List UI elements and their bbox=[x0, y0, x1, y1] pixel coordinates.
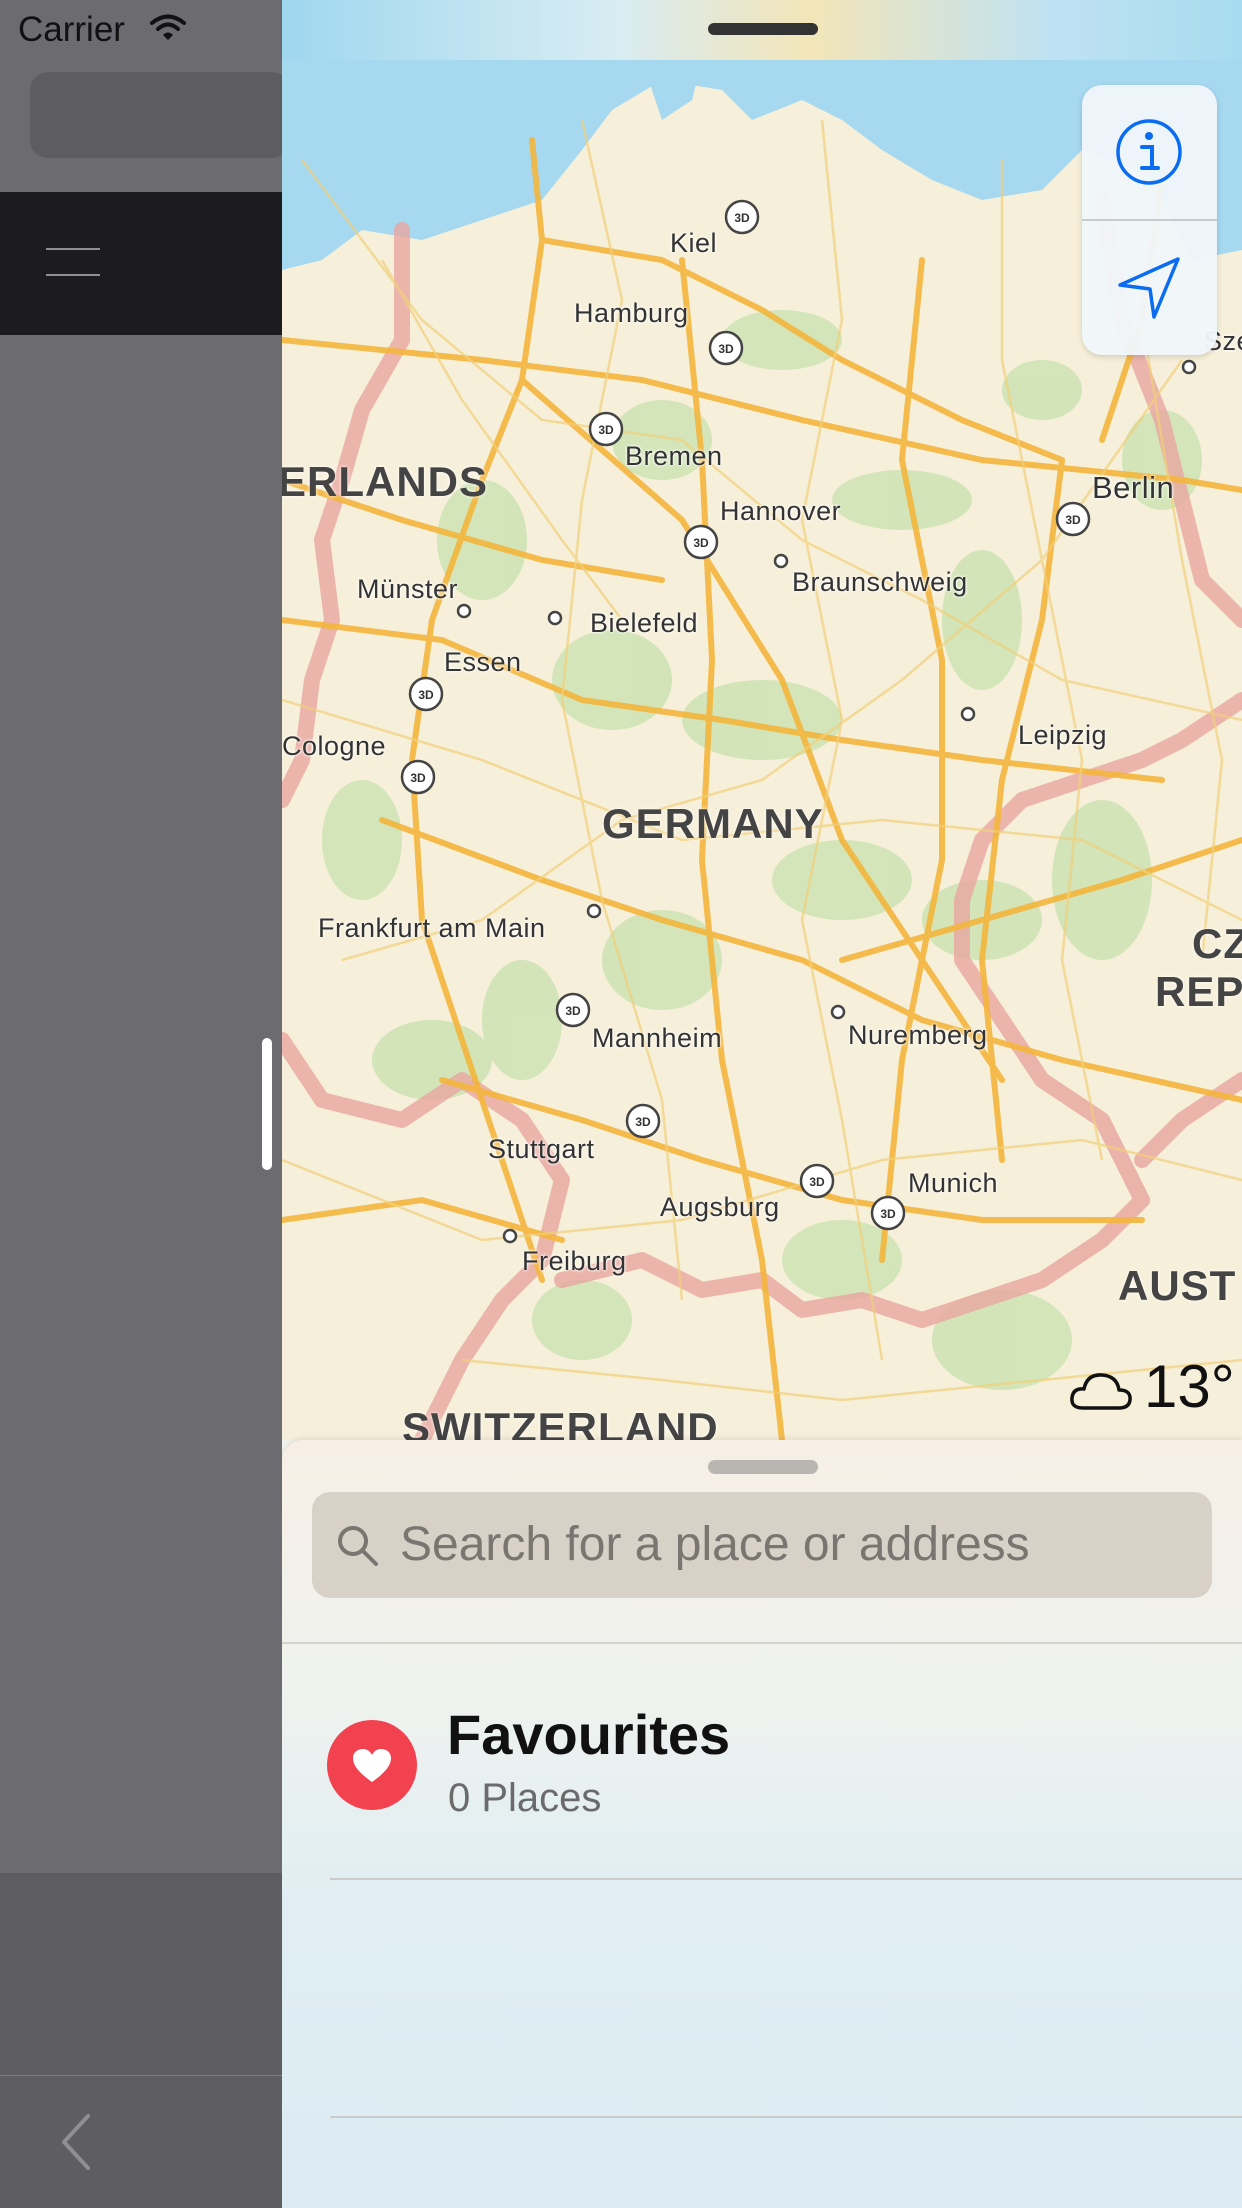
country-label-netherlands: ERLANDS bbox=[282, 458, 489, 505]
city-label: Berlin bbox=[1092, 470, 1175, 505]
city-label: Munich bbox=[908, 1168, 999, 1198]
svg-text:3D: 3D bbox=[734, 211, 750, 225]
background-nav-bar bbox=[0, 192, 282, 335]
city-label: Hamburg bbox=[574, 298, 689, 328]
svg-text:3D: 3D bbox=[809, 1175, 825, 1189]
3d-badge: 3D bbox=[555, 992, 591, 1028]
3d-badge: 3D bbox=[625, 1103, 661, 1139]
hamburger-menu-icon[interactable] bbox=[46, 246, 100, 278]
sheet-grabber[interactable] bbox=[708, 1460, 818, 1474]
carrier-label: Carrier bbox=[18, 10, 125, 49]
city-label: Essen bbox=[444, 647, 522, 677]
bottom-sheet: Favourites 0 Places bbox=[282, 1440, 1242, 2208]
country-label-switzerland: SWITZERLAND bbox=[402, 1404, 719, 1440]
background-search-field[interactable] bbox=[30, 72, 290, 158]
svg-text:3D: 3D bbox=[880, 1207, 896, 1221]
city-label: Stuttgart bbox=[488, 1134, 595, 1164]
city-label: Mannheim bbox=[592, 1023, 723, 1053]
country-label-czech-1: CZ bbox=[1192, 920, 1242, 967]
sheet-divider bbox=[330, 2116, 1242, 2118]
country-label-germany: GERMANY bbox=[602, 800, 824, 847]
3d-badge: 3D bbox=[1055, 501, 1091, 537]
3d-badge: 3D bbox=[683, 524, 719, 560]
svg-text:3D: 3D bbox=[410, 771, 426, 785]
favourites-row[interactable]: Favourites 0 Places bbox=[282, 1644, 1242, 1880]
search-icon bbox=[338, 1526, 378, 1566]
3d-badge: 3D bbox=[408, 676, 444, 712]
location-arrow-icon bbox=[1118, 257, 1180, 319]
city-label: Nuremberg bbox=[848, 1020, 988, 1050]
sheet-divider bbox=[330, 1878, 1242, 1880]
location-button[interactable] bbox=[1082, 221, 1217, 355]
city-label: Bielefeld bbox=[590, 608, 699, 638]
cloud-icon bbox=[1070, 1373, 1132, 1410]
3d-badge: 3D bbox=[708, 330, 744, 366]
favourites-count: 0 Places bbox=[448, 1776, 602, 1820]
city-label: Cologne bbox=[282, 731, 387, 761]
search-input[interactable] bbox=[400, 1516, 1180, 1572]
status-bar: Carrier bbox=[0, 0, 282, 60]
back-chevron-icon[interactable] bbox=[58, 2112, 94, 2172]
info-button[interactable] bbox=[1082, 85, 1217, 219]
heart-icon bbox=[353, 1749, 391, 1782]
drawer-resize-handle[interactable] bbox=[262, 1038, 272, 1170]
city-label: Kiel bbox=[670, 228, 718, 258]
svg-text:3D: 3D bbox=[693, 536, 709, 550]
city-label: Freiburg bbox=[522, 1246, 627, 1276]
map-controls bbox=[1082, 85, 1217, 355]
3d-badge: 3D bbox=[870, 1195, 906, 1231]
panel-top-grabber[interactable] bbox=[708, 23, 818, 35]
wifi-icon bbox=[150, 14, 186, 40]
search-bar[interactable] bbox=[312, 1492, 1212, 1598]
svg-text:3D: 3D bbox=[718, 342, 734, 356]
city-label: Braunschweig bbox=[792, 567, 968, 597]
3d-badge: 3D bbox=[400, 759, 436, 795]
city-label: Hannover bbox=[720, 496, 842, 526]
svg-text:3D: 3D bbox=[565, 1004, 581, 1018]
3d-badge: 3D bbox=[799, 1163, 835, 1199]
background-lower-area bbox=[0, 1873, 282, 2208]
city-label: Münster bbox=[357, 574, 459, 604]
svg-text:3D: 3D bbox=[418, 688, 434, 702]
city-label: Augsburg bbox=[660, 1192, 780, 1222]
maps-panel: 3D 3D 3D 3D 3D 3D 3D 3D 3D 3D 3D ERLANDS… bbox=[282, 0, 1242, 2208]
svg-text:3D: 3D bbox=[598, 423, 614, 437]
toolbar-divider bbox=[0, 2075, 282, 2076]
3d-badge: 3D bbox=[724, 199, 760, 235]
weather-temperature: 13° bbox=[1144, 1353, 1235, 1420]
city-label: Leipzig bbox=[1018, 720, 1108, 750]
svg-text:3D: 3D bbox=[635, 1115, 651, 1129]
info-icon bbox=[1116, 119, 1182, 185]
country-label-czech-2: REP bbox=[1155, 968, 1242, 1015]
favourites-title: Favourites bbox=[447, 1703, 731, 1766]
city-label: Bremen bbox=[625, 441, 723, 471]
3d-badge: 3D bbox=[588, 411, 624, 447]
heart-badge bbox=[327, 1720, 417, 1810]
country-label-austria: AUST bbox=[1118, 1262, 1237, 1309]
svg-text:3D: 3D bbox=[1065, 513, 1081, 527]
city-label: Frankfurt am Main bbox=[318, 913, 546, 943]
